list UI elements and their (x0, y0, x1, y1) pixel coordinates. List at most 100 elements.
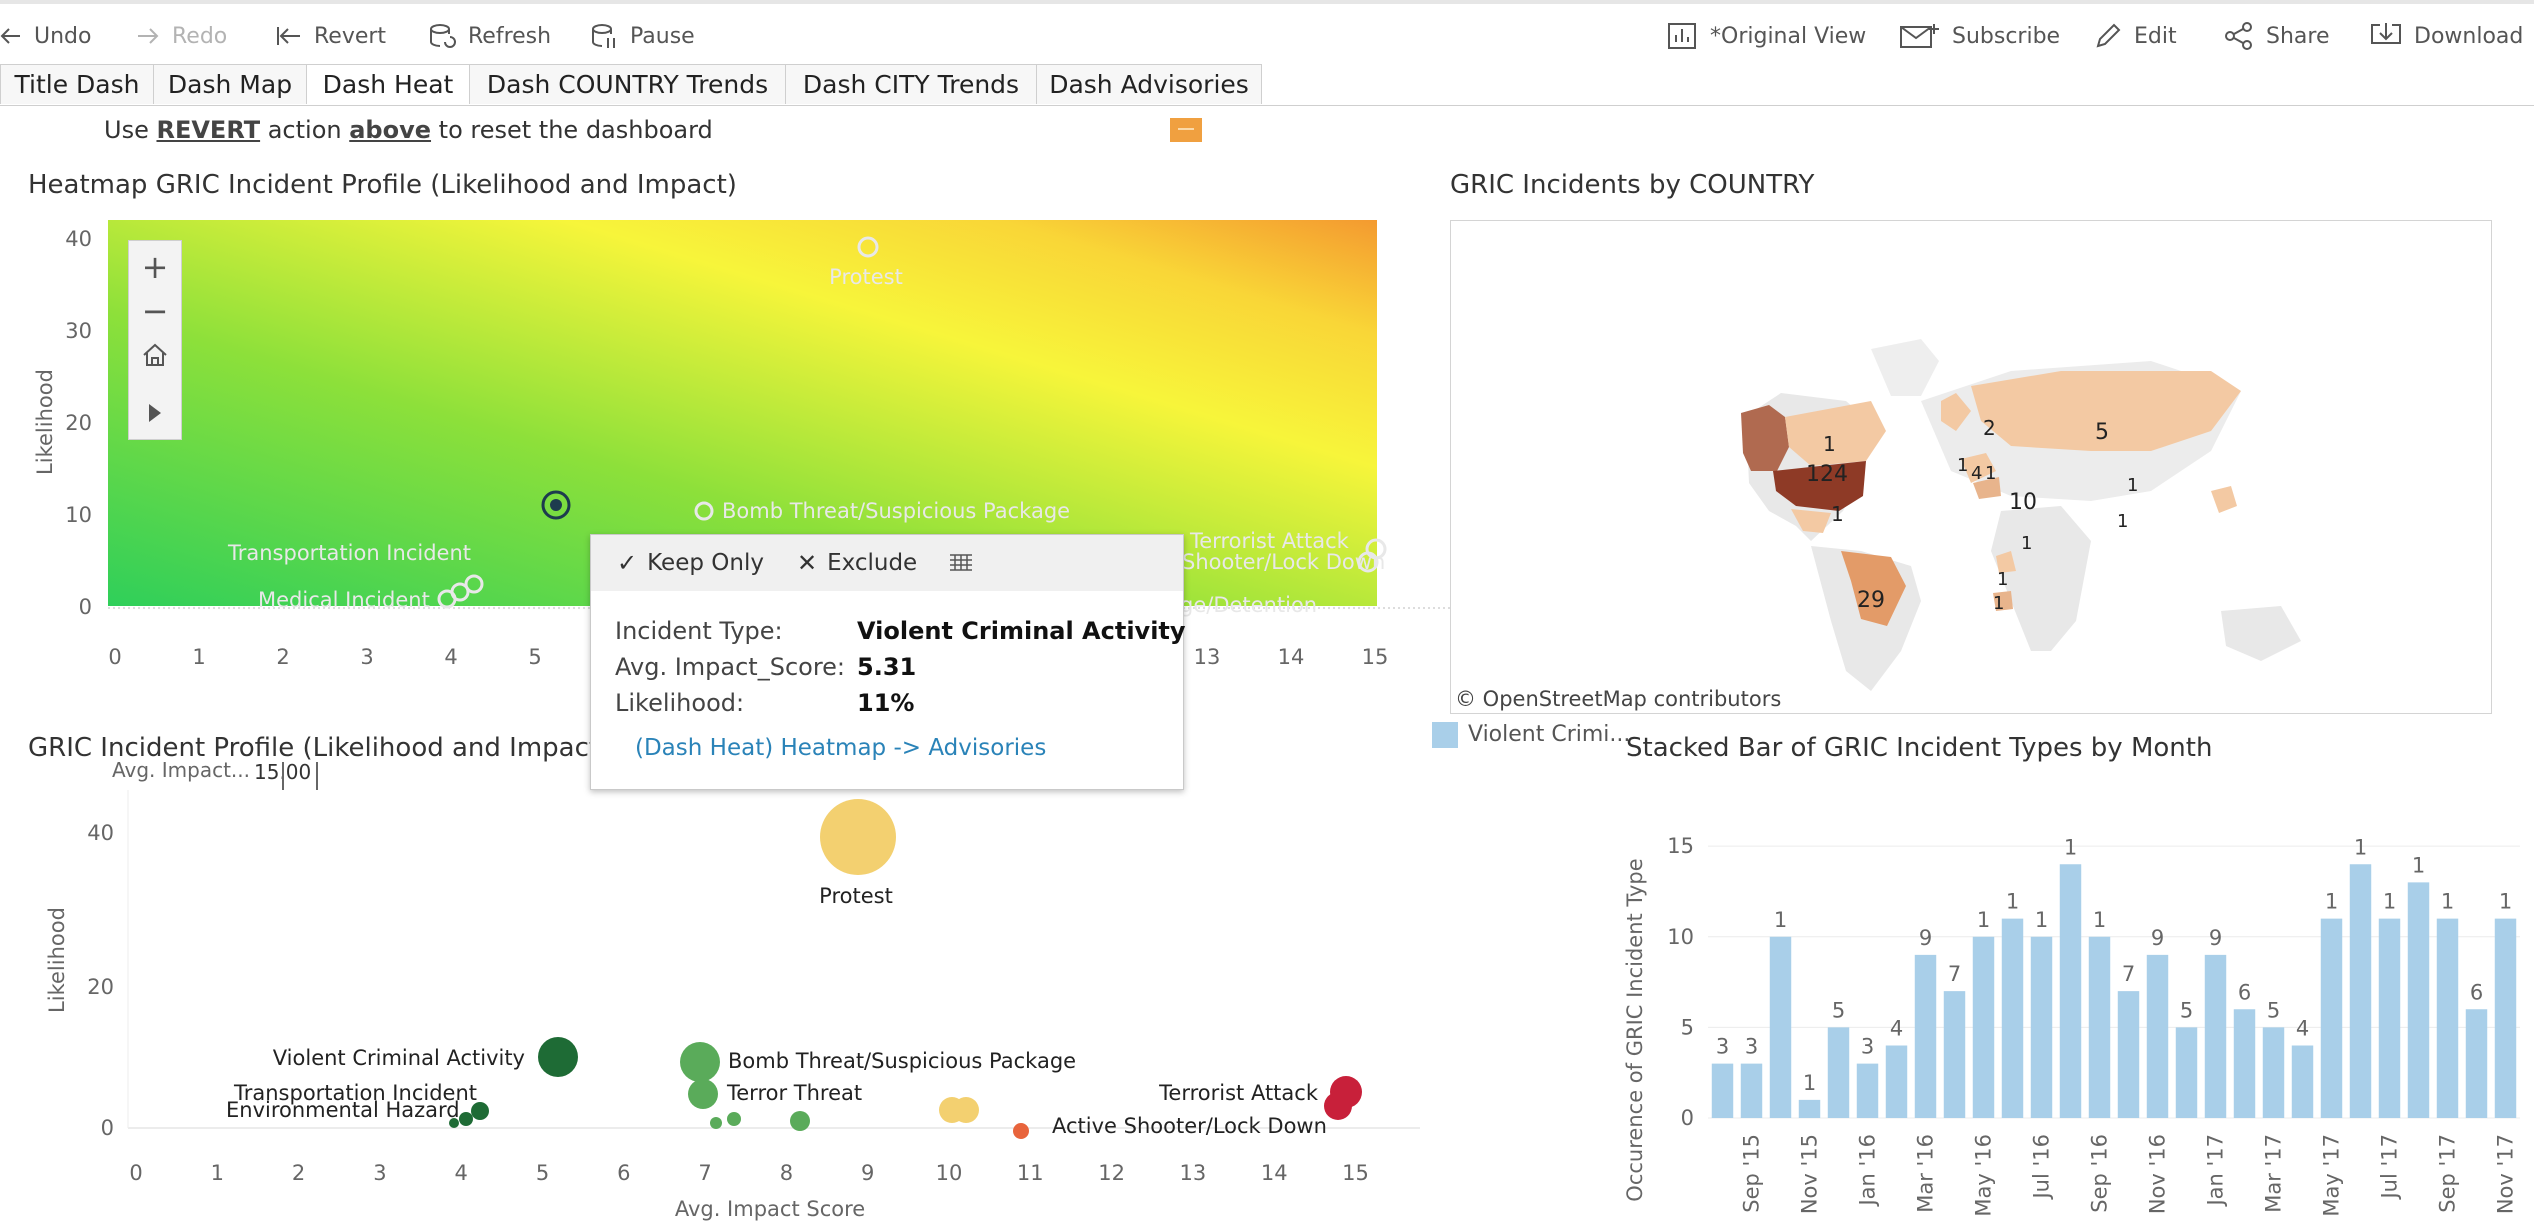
bar[interactable] (2291, 1045, 2314, 1119)
view-data-button[interactable] (949, 545, 973, 581)
yellow-bubble[interactable] (953, 1097, 979, 1123)
terrorist-attack-bubble[interactable] (1324, 1092, 1352, 1120)
transportation-bubble[interactable] (471, 1102, 489, 1120)
count-a: 1 (1957, 455, 1968, 476)
bar[interactable] (2001, 918, 2024, 1118)
orange-indicator-icon[interactable] (1170, 118, 1202, 142)
bar-data-label: 1 (2412, 853, 2425, 877)
small-green-bubble[interactable] (727, 1112, 741, 1126)
tooltip-row-value: 5.31 (857, 653, 917, 681)
home-icon[interactable] (129, 333, 181, 377)
tab-dash-country-trends[interactable]: Dash COUNTRY Trends (469, 64, 786, 104)
bar-data-label: 5 (1832, 998, 1845, 1022)
undo-button[interactable]: Undo (0, 16, 91, 56)
bar[interactable] (1885, 1045, 1908, 1119)
tab-title-dash[interactable]: Title Dash (0, 64, 154, 104)
environmental-bubble[interactable] (459, 1112, 473, 1126)
bar[interactable] (2407, 882, 2430, 1118)
bar[interactable] (2030, 936, 2053, 1118)
play-arrow-icon[interactable] (129, 391, 181, 435)
bar[interactable] (1827, 1027, 1850, 1118)
tab-dash-city-trends[interactable]: Dash CITY Trends (785, 64, 1037, 104)
bomb-threat-bubble[interactable] (680, 1042, 720, 1082)
bar[interactable] (2436, 918, 2459, 1118)
bar-data-label: 9 (1919, 926, 1932, 950)
keep-only-button[interactable]: ✓ Keep Only (617, 545, 764, 581)
bar[interactable] (2088, 936, 2111, 1118)
bar[interactable] (2233, 1009, 2256, 1118)
refresh-button[interactable]: Refresh (428, 16, 551, 56)
tooltip-advisories-link[interactable]: (Dash Heat) Heatmap -> Advisories (635, 735, 1046, 761)
exclude-button[interactable]: ✕ Exclude (797, 545, 917, 581)
bar[interactable] (1711, 1063, 1734, 1118)
bar[interactable] (1972, 936, 1995, 1118)
bar[interactable] (2175, 1027, 2198, 1118)
y-tick: 0 (101, 1116, 114, 1140)
download-button[interactable]: Download (2370, 16, 2523, 56)
x-tick: 15 (1362, 645, 1389, 669)
bar[interactable] (2204, 954, 2227, 1118)
x-tick: Jan '16 (1856, 1134, 1880, 1208)
share-button[interactable]: Share (2224, 16, 2330, 56)
bar[interactable] (2349, 864, 2372, 1118)
kidnap-bubble[interactable] (790, 1111, 810, 1131)
bar[interactable] (1914, 954, 1937, 1118)
y-tick: 15 (1667, 834, 1694, 858)
legend-swatch[interactable] (1432, 722, 1458, 748)
x-tick: 4 (455, 1161, 468, 1185)
subscribe-button[interactable]: Subscribe (1900, 16, 2060, 56)
country-map[interactable]: 124 29 5 2 10 1 1 1 4 1 1 1 1 1 1 © Open… (1450, 220, 2492, 714)
bar[interactable] (1856, 1063, 1879, 1118)
x-tick: Nov '16 (2146, 1134, 2170, 1214)
bar[interactable] (2262, 1027, 2285, 1118)
terror-threat-bubble[interactable] (688, 1079, 718, 1109)
subscribe-label: Subscribe (1952, 23, 2061, 49)
tab-dash-map[interactable]: Dash Map (153, 64, 307, 104)
bar[interactable] (1943, 991, 1966, 1118)
x-tick: 12 (1098, 1161, 1125, 1185)
bar[interactable] (2465, 1009, 2488, 1118)
bar[interactable] (2494, 918, 2517, 1118)
zoom-in-icon[interactable]: + (129, 245, 181, 289)
bar[interactable] (2146, 954, 2169, 1118)
y-tick: 10 (65, 503, 92, 527)
tab-dash-advisories[interactable]: Dash Advisories (1036, 64, 1262, 104)
zoom-out-icon[interactable]: − (129, 289, 181, 333)
bomb-threat-label: Bomb Threat/Suspicious Package (722, 499, 1070, 523)
x-tick: 2 (276, 645, 289, 669)
bar-data-label: 7 (2122, 962, 2135, 986)
active-shooter-bubble[interactable] (1013, 1123, 1029, 1139)
bar-data-label: 1 (2325, 890, 2338, 914)
bar-data-label: 9 (2209, 926, 2222, 950)
medical-bubble[interactable] (449, 1118, 459, 1128)
x-tick: Nov '15 (1798, 1134, 1822, 1214)
refresh-icon (430, 24, 456, 48)
bar[interactable] (2059, 864, 2082, 1118)
redo-button[interactable]: Redo (136, 16, 227, 56)
bar[interactable] (2117, 991, 2140, 1118)
country-japan[interactable] (2211, 486, 2237, 513)
violent-criminal-bubble[interactable] (538, 1037, 578, 1077)
bar[interactable] (2320, 918, 2343, 1118)
original-view-button[interactable]: *Original View (1668, 16, 1866, 56)
download-label: Download (2414, 23, 2524, 49)
bar[interactable] (1740, 1063, 1763, 1118)
small-green-bubble[interactable] (710, 1117, 722, 1129)
profile-y-label: Likelihood (45, 907, 69, 1013)
bar[interactable] (2378, 918, 2401, 1118)
legend-label[interactable]: Violent Crimi... (1468, 722, 1630, 747)
revert-button[interactable]: Revert (276, 16, 386, 56)
count-c: 1 (1985, 463, 1996, 484)
australia-shape (2221, 606, 2301, 661)
protest-bubble[interactable] (820, 799, 896, 875)
bar[interactable] (1798, 1099, 1821, 1118)
edit-button[interactable]: Edit (2094, 16, 2177, 56)
bar[interactable] (1769, 936, 1792, 1118)
count-mexico: 1 (1831, 502, 1844, 526)
pause-button[interactable]: Pause (590, 16, 695, 56)
tab-dash-heat[interactable]: Dash Heat (306, 64, 470, 104)
bar-data-label: 1 (2383, 890, 2396, 914)
country-alaska-canada-west[interactable] (1741, 405, 1789, 471)
x-tick: Mar '17 (2262, 1134, 2286, 1213)
x-tick: Jul '17 (2378, 1134, 2402, 1201)
